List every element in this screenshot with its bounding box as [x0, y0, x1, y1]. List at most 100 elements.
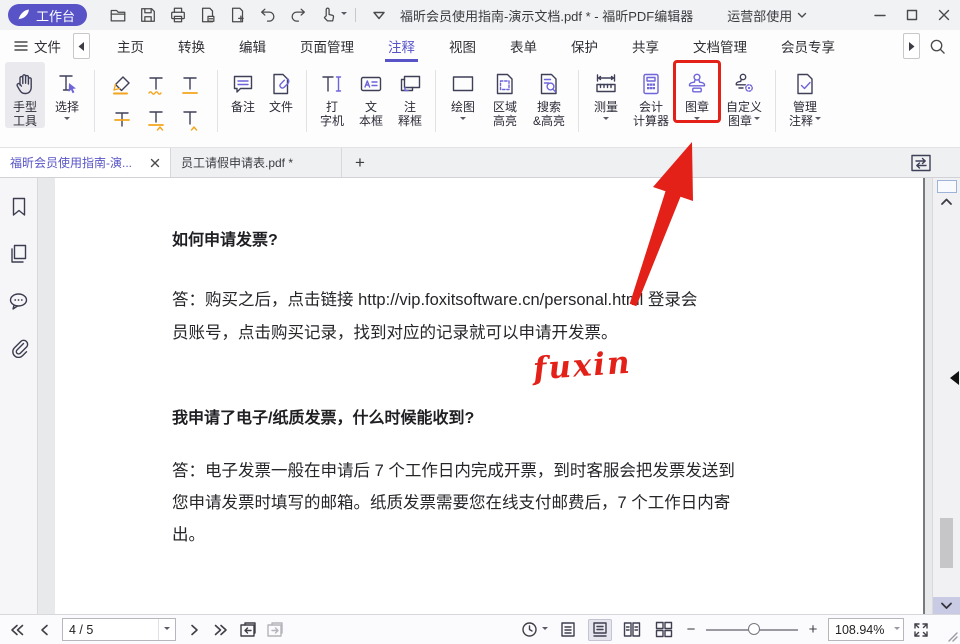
insert-page-icon[interactable]: [223, 2, 253, 28]
comments-panel-icon[interactable]: [8, 290, 30, 312]
title-collapse-icon[interactable]: [364, 2, 394, 28]
tab-member-guide[interactable]: 福昕会员使用指南-演...: [0, 148, 171, 177]
redo-icon[interactable]: [283, 2, 313, 28]
save-icon[interactable]: [133, 2, 163, 28]
file-attachment-button[interactable]: 文件: [263, 62, 299, 114]
expand-right-panel-handle[interactable]: [943, 371, 959, 385]
close-button[interactable]: [928, 0, 960, 30]
zoom-out-button[interactable]: −: [684, 621, 698, 638]
tab-home[interactable]: 主页: [100, 30, 161, 62]
measure-button[interactable]: 测量: [586, 62, 626, 123]
page-number-caret[interactable]: [158, 619, 175, 640]
tab-edit[interactable]: 编辑: [222, 30, 283, 62]
previous-view-icon[interactable]: [239, 620, 257, 640]
zoom-in-button[interactable]: +: [806, 621, 820, 638]
highlight-tool-icon[interactable]: [109, 70, 135, 100]
manage-comments-button[interactable]: 管理 注释: [783, 62, 827, 128]
previous-page-icon[interactable]: [35, 620, 53, 640]
tab-comment[interactable]: 注释: [371, 30, 432, 62]
zoom-slider[interactable]: [706, 620, 798, 640]
touch-mode-icon[interactable]: [313, 2, 343, 28]
account-menu[interactable]: 运营部使用: [727, 6, 807, 25]
underline-tool-icon[interactable]: [177, 70, 203, 100]
document-tab-bar: 福昕会员使用指南-演... 员工请假申请表.pdf * +: [0, 148, 960, 178]
drawing-button[interactable]: 绘图: [443, 62, 483, 123]
hand-tool-button[interactable]: 手型 工具: [5, 62, 45, 128]
zoom-level-caret[interactable]: [890, 619, 903, 640]
tab-view[interactable]: 视图: [432, 30, 493, 62]
single-page-layout-icon[interactable]: [556, 619, 580, 641]
select-text-icon: [54, 68, 80, 100]
search-icon[interactable]: [920, 31, 954, 61]
tab-close-icon[interactable]: [150, 158, 160, 168]
attachments-panel-icon[interactable]: [8, 337, 30, 359]
undo-icon[interactable]: [253, 2, 283, 28]
select-tool-caret[interactable]: [64, 117, 70, 123]
ribbon-scroll-left-button[interactable]: [73, 33, 90, 59]
pages-panel-icon[interactable]: [8, 243, 30, 265]
last-page-icon[interactable]: [212, 620, 230, 640]
manage-comments-caret[interactable]: [815, 117, 821, 123]
ribbon-scroll-right-button[interactable]: [903, 33, 920, 59]
callout-button[interactable]: 注 释框: [392, 62, 428, 128]
switch-view-icon[interactable]: [910, 148, 960, 177]
continuous-layout-icon[interactable]: [588, 619, 612, 641]
maximize-button[interactable]: [896, 0, 928, 30]
stamp-caret[interactable]: [694, 117, 700, 123]
window-resize-grip[interactable]: [946, 630, 958, 642]
fullscreen-icon[interactable]: [912, 620, 930, 640]
workspace-button[interactable]: 工作台: [8, 4, 87, 26]
facing-continuous-layout-icon[interactable]: [652, 619, 676, 641]
status-bar: 4 / 5: [0, 614, 960, 644]
print-icon[interactable]: [163, 2, 193, 28]
split-view-handle[interactable]: [937, 180, 957, 193]
new-tab-button[interactable]: +: [342, 148, 378, 177]
next-view-icon[interactable]: [266, 620, 284, 640]
first-page-icon[interactable]: [8, 620, 26, 640]
typewriter-button[interactable]: 打 字机: [314, 62, 350, 128]
replace-text-tool-icon[interactable]: [143, 104, 169, 134]
textbox-button[interactable]: 文 本框: [352, 62, 390, 128]
tab-form[interactable]: 表单: [493, 30, 554, 62]
drawing-caret[interactable]: [460, 117, 466, 123]
select-tool-button[interactable]: 选择: [47, 62, 87, 123]
fuxin-signature-annotation[interactable]: fuxin: [532, 345, 633, 388]
pdf-page[interactable]: 如何申请发票? 答：购买之后，点击链接 http://vip.foxitsoft…: [55, 178, 925, 614]
next-page-icon[interactable]: [185, 620, 203, 640]
strikeout-tool-icon[interactable]: [109, 104, 135, 134]
rotate-view-icon[interactable]: [520, 620, 538, 640]
zoom-level-combobox[interactable]: 108.94%: [828, 618, 904, 641]
page-number-combobox[interactable]: 4 / 5: [62, 618, 176, 641]
tab-page-management[interactable]: 页面管理: [283, 30, 371, 62]
search-highlight-button[interactable]: 搜索 &高亮: [527, 62, 571, 128]
vertical-scrollbar[interactable]: [932, 178, 960, 614]
area-highlight-button[interactable]: 区域 高亮: [485, 62, 525, 128]
scroll-up-icon[interactable]: [940, 197, 953, 206]
minimize-button[interactable]: [864, 0, 896, 30]
tab-member-exclusive[interactable]: 会员专享: [764, 30, 852, 62]
extract-page-icon[interactable]: [193, 2, 223, 28]
open-file-icon[interactable]: [103, 2, 133, 28]
tab-document-management[interactable]: 文档管理: [676, 30, 764, 62]
tab-protect[interactable]: 保护: [554, 30, 615, 62]
scroll-down-icon[interactable]: [933, 597, 960, 614]
zoom-slider-knob[interactable]: [748, 623, 760, 635]
note-button[interactable]: 备注: [225, 62, 261, 114]
facing-layout-icon[interactable]: [620, 619, 644, 641]
tab-share[interactable]: 共享: [615, 30, 676, 62]
scrollbar-thumb[interactable]: [940, 518, 953, 568]
tab-leave-request[interactable]: 员工请假申请表.pdf *: [171, 148, 342, 177]
custom-stamp-button[interactable]: 自定义 图章: [720, 62, 768, 128]
squiggly-tool-icon[interactable]: [143, 70, 169, 100]
insert-text-tool-icon[interactable]: [177, 104, 203, 134]
accounting-calculator-button[interactable]: 会计 计算器: [628, 62, 674, 128]
custom-stamp-caret[interactable]: [754, 117, 760, 123]
page-number-value: 4 / 5: [63, 623, 158, 637]
rotate-view-caret[interactable]: [542, 627, 548, 633]
menu-file[interactable]: 文件: [14, 36, 61, 56]
tab-convert[interactable]: 转换: [161, 30, 222, 62]
measure-caret[interactable]: [603, 117, 609, 123]
touch-mode-caret[interactable]: [341, 12, 347, 18]
bookmarks-panel-icon[interactable]: [8, 196, 30, 218]
stamp-button[interactable]: 图章: [676, 62, 718, 123]
